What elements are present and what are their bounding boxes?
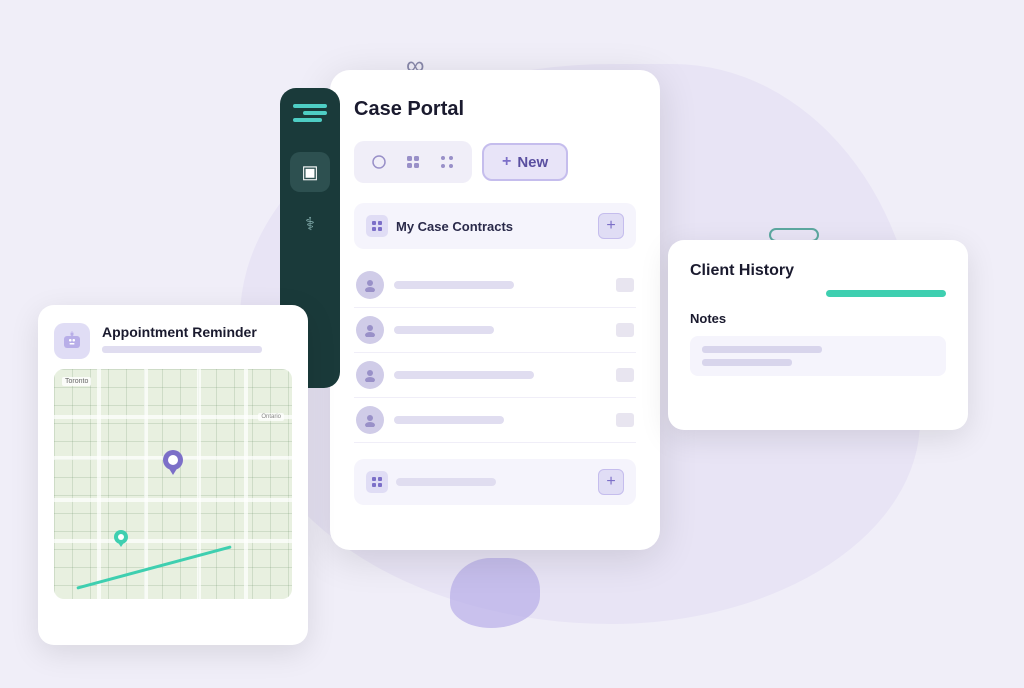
toolbar-icon-3[interactable] bbox=[434, 149, 460, 175]
logo-bar-1 bbox=[293, 104, 327, 108]
bottom-section: + bbox=[354, 459, 636, 505]
row-action-3 bbox=[616, 368, 634, 382]
avatar bbox=[356, 271, 384, 299]
toolbar-icon-2[interactable] bbox=[400, 149, 426, 175]
street-v-2 bbox=[144, 369, 148, 599]
avatar bbox=[356, 316, 384, 344]
map-label-toronto: Toronto bbox=[62, 377, 91, 386]
bot-icon bbox=[54, 323, 90, 359]
appt-subtitle-1 bbox=[102, 346, 262, 353]
row-action-1 bbox=[616, 278, 634, 292]
map-pin-secondary bbox=[114, 530, 128, 553]
notes-title: Notes bbox=[690, 311, 946, 326]
new-button[interactable]: + New bbox=[482, 143, 568, 181]
list-row-left bbox=[356, 271, 514, 299]
map-streets bbox=[54, 369, 292, 599]
appointment-header: Appointment Reminder bbox=[54, 323, 292, 359]
bottom-text bbox=[396, 478, 496, 486]
street-h-1 bbox=[54, 415, 292, 419]
case-contracts-section: My Case Contracts + bbox=[354, 203, 636, 249]
logo-bar-3 bbox=[293, 118, 322, 122]
toolbar-icon-1[interactable] bbox=[366, 149, 392, 175]
row-action-4 bbox=[616, 413, 634, 427]
case-portal-card: Case Portal bbox=[330, 70, 660, 550]
street-v-3 bbox=[197, 369, 201, 599]
list-item[interactable] bbox=[354, 308, 636, 353]
toolbar-icon-group bbox=[354, 141, 472, 183]
add-icon: + bbox=[606, 217, 615, 235]
add-bottom-button[interactable]: + bbox=[598, 469, 624, 495]
row-text-2 bbox=[394, 326, 494, 334]
sidebar-item-health[interactable]: ⚕ bbox=[290, 204, 330, 244]
section-title: My Case Contracts bbox=[396, 219, 513, 234]
add-contract-button[interactable]: + bbox=[598, 213, 624, 239]
purple-blob bbox=[450, 558, 540, 628]
avatar bbox=[356, 361, 384, 389]
bottom-icon bbox=[366, 471, 388, 493]
map-pin-main bbox=[163, 450, 183, 482]
street-h-3 bbox=[54, 498, 292, 502]
contract-list bbox=[354, 263, 636, 443]
list-item[interactable] bbox=[354, 398, 636, 443]
client-history-bar bbox=[826, 290, 946, 297]
list-row-left bbox=[356, 406, 504, 434]
appointment-title-group: Appointment Reminder bbox=[102, 324, 262, 359]
list-row-left bbox=[356, 316, 494, 344]
notes-line-1 bbox=[702, 346, 822, 353]
toolbar: + New bbox=[354, 141, 636, 183]
notes-line-2 bbox=[702, 359, 792, 366]
logo-bar-2 bbox=[303, 111, 327, 115]
map-label-1: Ontario bbox=[258, 413, 284, 421]
add-bottom-icon: + bbox=[606, 473, 615, 491]
row-text-1 bbox=[394, 281, 514, 289]
client-history-title: Client History bbox=[690, 262, 946, 280]
new-plus-icon: + bbox=[502, 153, 511, 171]
row-action-2 bbox=[616, 323, 634, 337]
row-text-3 bbox=[394, 371, 534, 379]
contracts-icon bbox=[366, 215, 388, 237]
section-title-row: My Case Contracts bbox=[366, 215, 513, 237]
list-row-left bbox=[356, 361, 534, 389]
avatar bbox=[356, 406, 384, 434]
street-h-4 bbox=[54, 539, 292, 543]
row-text-4 bbox=[394, 416, 504, 424]
appointment-reminder-card: Appointment Reminder bbox=[38, 305, 308, 645]
new-button-label: New bbox=[517, 154, 548, 171]
health-icon: ⚕ bbox=[305, 214, 315, 235]
bottom-section-left bbox=[366, 471, 496, 493]
notes-content bbox=[690, 336, 946, 376]
street-v-4 bbox=[244, 369, 248, 599]
list-item[interactable] bbox=[354, 263, 636, 308]
client-history-card: Client History Notes bbox=[668, 240, 968, 430]
sidebar-logo bbox=[293, 104, 327, 132]
page-title: Case Portal bbox=[354, 98, 636, 121]
sidebar-item-documents[interactable]: ▣ bbox=[290, 152, 330, 192]
map-area: Toronto Ontario bbox=[54, 369, 292, 599]
street-v-1 bbox=[97, 369, 101, 599]
document-icon: ▣ bbox=[301, 162, 318, 183]
list-item[interactable] bbox=[354, 353, 636, 398]
appointment-title: Appointment Reminder bbox=[102, 324, 262, 340]
